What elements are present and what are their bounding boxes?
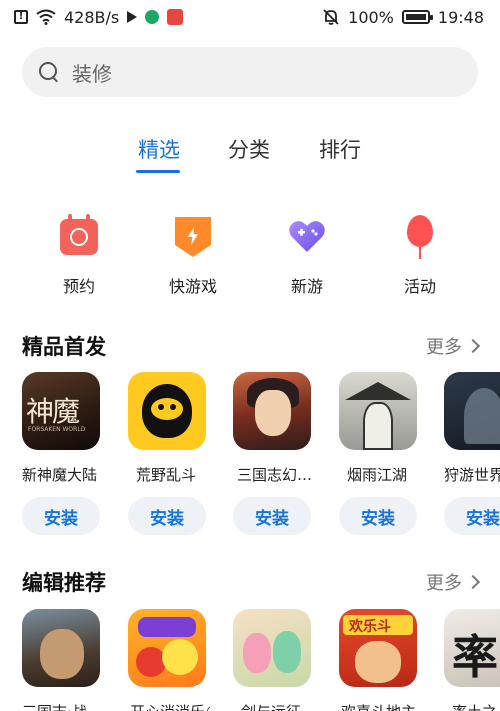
app-icon[interactable] [444, 372, 500, 450]
more-label: 更多 [426, 337, 462, 358]
quick-entry-events[interactable]: 活动 [375, 213, 465, 297]
mute-icon [323, 9, 339, 25]
battery-percent: 100% [348, 7, 394, 27]
app-icon[interactable] [233, 609, 311, 687]
tab-categories[interactable]: 分类 [214, 134, 284, 164]
app-card[interactable]: 狩游世界 安装 [444, 372, 500, 535]
search-icon [38, 61, 60, 83]
app-name: 新神魔大陆 [22, 466, 98, 484]
app-icon-logo-text: 率 [452, 630, 498, 684]
install-button[interactable]: 安装 [128, 497, 206, 535]
app-card[interactable]: 欢乐斗 欢喜斗地主 [339, 609, 419, 711]
huawei-app-icon [167, 9, 184, 25]
app-name: 剑与远征 [233, 701, 315, 711]
app-name: 烟雨江湖 [347, 466, 408, 484]
app-card[interactable]: 剑与远征 [233, 609, 313, 711]
app-name: 开心消消乐® [128, 701, 210, 711]
install-button[interactable]: 安装 [444, 497, 500, 535]
network-speed: 428B/s [64, 7, 120, 27]
quick-entry-label: 新游 [290, 277, 323, 296]
status-left: ! 428B/s [14, 7, 184, 27]
search-input[interactable]: 装修 [72, 58, 112, 87]
bolt-icon [170, 213, 216, 259]
app-icon[interactable] [339, 372, 417, 450]
app-card[interactable]: 三国志·战 [22, 609, 102, 711]
editor-apps-row: 三国志·战 开心消消乐® 剑与远征 欢乐斗 欢喜斗地主 率 率土之 [0, 609, 500, 711]
status-bar: ! 428B/s 100% 19:48 [0, 0, 500, 34]
active-tab-indicator [136, 170, 180, 173]
play-store-icon [127, 11, 138, 23]
app-icon[interactable]: 率 [444, 609, 500, 687]
install-button[interactable]: 安装 [233, 497, 311, 535]
wifi-icon [36, 9, 56, 25]
app-name: 欢喜斗地主 [339, 701, 421, 711]
gamepad-heart-icon [284, 213, 330, 259]
app-name: 三国志幻… [237, 466, 313, 484]
more-link[interactable]: 更多 [426, 569, 481, 595]
more-label: 更多 [426, 573, 462, 594]
tab-rankings[interactable]: 排行 [305, 134, 375, 164]
quick-entry-quick-game[interactable]: 快游戏 [148, 213, 238, 297]
app-icon[interactable] [22, 609, 100, 687]
tab-bar: 精选 分类 排行 [0, 134, 500, 184]
app-icon[interactable]: 神魔 FORSAKEN WORLD [22, 372, 100, 450]
install-button[interactable]: 安装 [339, 497, 417, 535]
app-icon-logo-subtext: FORSAKEN WORLD [28, 426, 86, 433]
quick-entry-label: 快游戏 [168, 277, 217, 296]
app-icon[interactable] [128, 609, 206, 687]
balloon-icon [397, 213, 443, 259]
app-name: 三国志·战 [22, 701, 104, 711]
chevron-right-icon [465, 338, 481, 354]
app-name: 率土之 [444, 701, 500, 711]
green-app-icon [145, 10, 160, 24]
section-title: 精品首发 [22, 335, 106, 359]
quick-entries: 预约 快游戏 新游 活动 [0, 213, 500, 303]
quick-entry-new-games[interactable]: 新游 [262, 213, 352, 297]
search-bar[interactable]: 装修 [22, 47, 478, 97]
battery-icon [401, 10, 433, 24]
app-icon[interactable] [233, 372, 311, 450]
tab-featured[interactable]: 精选 [124, 134, 194, 164]
chevron-right-icon [465, 574, 481, 590]
app-icon-logo-text: 欢乐斗 [349, 619, 391, 635]
app-card[interactable]: 神魔 FORSAKEN WORLD 新神魔大陆 安装 [22, 372, 102, 535]
alert-icon: ! [14, 10, 28, 24]
app-icon[interactable]: 欢乐斗 [339, 609, 417, 687]
app-card[interactable]: 三国志幻… 安装 [233, 372, 313, 535]
app-name: 狩游世界 [444, 466, 500, 484]
calendar-icon [56, 213, 102, 259]
app-card[interactable]: 开心消消乐® [128, 609, 210, 711]
quick-entry-label: 活动 [403, 277, 436, 296]
clock: 19:48 [437, 7, 484, 27]
section-featured-header: 精品首发 更多 [22, 331, 481, 361]
status-right: 100% 19:48 [322, 8, 484, 27]
more-link[interactable]: 更多 [426, 333, 481, 359]
app-card[interactable]: 荒野乱斗 安装 [128, 372, 208, 535]
section-editor-header: 编辑推荐 更多 [22, 567, 481, 597]
section-title: 编辑推荐 [22, 571, 106, 595]
featured-apps-row: 神魔 FORSAKEN WORLD 新神魔大陆 安装 荒野乱斗 安装 三国志幻…… [0, 372, 500, 542]
app-card[interactable]: 烟雨江湖 安装 [339, 372, 419, 535]
quick-entry-reservation[interactable]: 预约 [34, 213, 124, 297]
app-icon-logo-text: 神魔 [26, 395, 80, 428]
install-button[interactable]: 安装 [22, 497, 100, 535]
app-name: 荒野乱斗 [136, 466, 197, 484]
app-card[interactable]: 率 率土之 [444, 609, 500, 711]
app-icon[interactable] [128, 372, 206, 450]
quick-entry-label: 预约 [62, 277, 95, 296]
